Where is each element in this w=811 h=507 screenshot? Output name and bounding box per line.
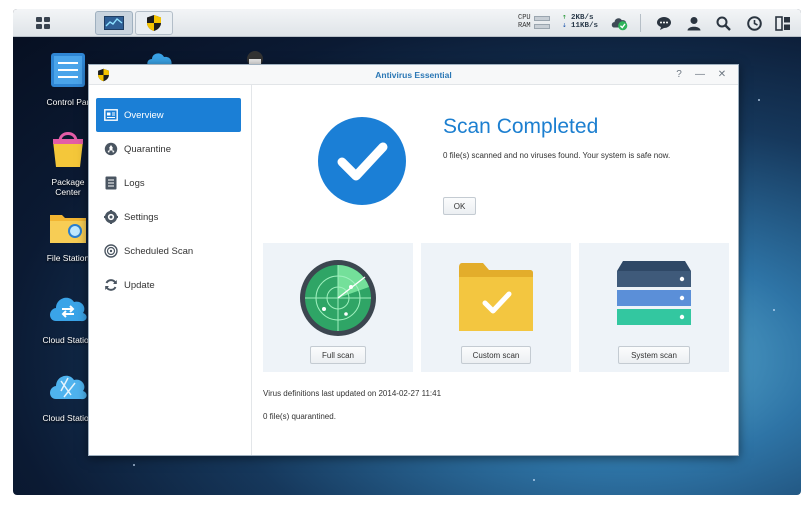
resource-monitor-taskbar-button[interactable]	[95, 11, 133, 35]
search-button[interactable]	[713, 13, 733, 33]
sidebar-item-settings[interactable]: Settings	[96, 200, 241, 234]
full-scan-card[interactable]: Full scan	[263, 243, 413, 372]
cloud-sync-icon	[611, 18, 628, 31]
close-button[interactable]: ✕	[715, 68, 729, 82]
settings-icon	[104, 210, 118, 224]
sidebar-item-update[interactable]: Update	[96, 268, 241, 302]
download-arrow-icon: ⇣	[562, 22, 567, 30]
ram-bar	[533, 23, 550, 29]
overview-panel: Scan Completed 0 file(s) scanned and no …	[253, 85, 738, 455]
upload-rate: 2KB/s	[571, 14, 594, 22]
user-button[interactable]	[684, 13, 704, 33]
server-stack-icon	[617, 261, 691, 325]
definitions-update-text: Virus definitions last updated on 2014-0…	[263, 389, 442, 398]
control-panel-icon	[51, 53, 85, 87]
show-desktop-button[interactable]	[773, 13, 793, 33]
sidebar-item-scheduled-scan[interactable]: Scheduled Scan	[96, 234, 241, 268]
overview-icon	[104, 108, 118, 122]
desktop-icon	[775, 15, 790, 31]
file-station-icon	[50, 215, 86, 243]
scan-status-title: Scan Completed	[443, 115, 599, 138]
sidebar-item-quarantine[interactable]: Quarantine	[96, 132, 241, 166]
cloud-sync-status[interactable]	[610, 13, 630, 33]
star	[533, 479, 535, 481]
antivirus-window: Antivirus Essential ? — ✕ Overview Quara…	[88, 64, 739, 456]
ok-button[interactable]: OK	[443, 197, 476, 215]
cloud-station-icon	[50, 375, 87, 400]
update-icon	[104, 278, 118, 292]
cpu-label: CPU	[518, 14, 531, 22]
sidebar-item-label: Overview	[124, 109, 164, 121]
ram-label: RAM	[518, 22, 531, 30]
quarantine-count-text: 0 file(s) quarantined.	[263, 412, 336, 421]
search-icon	[716, 16, 731, 31]
cpu-ram-meter[interactable]: CPU RAM	[518, 14, 550, 30]
window-title: Antivirus Essential	[375, 70, 452, 80]
scan-status-message: 0 file(s) scanned and no viruses found. …	[443, 151, 671, 160]
logs-icon	[104, 176, 118, 190]
minimize-button[interactable]: —	[693, 68, 707, 82]
network-meter[interactable]: ⇡ 2KB/s ⇣ 11KB/s	[562, 14, 598, 30]
cpu-bar	[533, 15, 550, 21]
window-titlebar[interactable]: Antivirus Essential ? — ✕	[89, 65, 738, 85]
check-circle-icon	[318, 117, 406, 205]
help-button[interactable]: ?	[672, 68, 686, 82]
download-rate: 11KB/s	[571, 22, 599, 30]
desktop-background: CPU RAM ⇡ 2KB/s ⇣ 11KB/s Control Par Pac…	[13, 9, 801, 495]
tray-divider	[640, 14, 641, 32]
sidebar-item-logs[interactable]: Logs	[96, 166, 241, 200]
sidebar-item-label: Quarantine	[124, 143, 172, 155]
sidebar-item-overview[interactable]: Overview	[96, 98, 241, 132]
widgets-icon	[746, 15, 762, 31]
antivirus-taskbar-button[interactable]	[135, 11, 173, 35]
resource-monitor-icon	[104, 16, 124, 30]
scheduled-scan-icon	[104, 244, 118, 258]
antivirus-icon	[147, 15, 161, 31]
sidebar-item-label: Update	[124, 279, 155, 291]
chat-icon	[657, 16, 671, 30]
star	[773, 309, 775, 311]
upload-arrow-icon: ⇡	[562, 14, 567, 22]
radar-icon	[300, 260, 376, 336]
sidebar-item-label: Logs	[124, 177, 145, 189]
cloud-station-icon	[50, 297, 87, 322]
user-icon	[687, 16, 701, 30]
custom-scan-card[interactable]: Custom scan	[421, 243, 571, 372]
main-menu-button[interactable]	[29, 11, 57, 35]
custom-scan-button[interactable]: Custom scan	[461, 346, 531, 364]
quarantine-icon	[104, 142, 118, 156]
chat-button[interactable]	[654, 13, 674, 33]
main-menu-icon	[36, 17, 50, 29]
package-center-icon	[53, 132, 83, 167]
sidebar: Overview Quarantine Logs Settings Schedu…	[89, 85, 252, 455]
widgets-button[interactable]	[744, 13, 764, 33]
system-scan-card[interactable]: System scan	[579, 243, 729, 372]
sidebar-item-label: Scheduled Scan	[124, 245, 194, 257]
sidebar-item-label: Settings	[124, 211, 159, 223]
star	[133, 464, 135, 466]
star	[758, 99, 760, 101]
system-scan-button[interactable]: System scan	[618, 346, 690, 364]
full-scan-button[interactable]: Full scan	[310, 346, 366, 364]
taskbar: CPU RAM ⇡ 2KB/s ⇣ 11KB/s	[13, 9, 801, 37]
folder-check-icon	[459, 263, 533, 331]
